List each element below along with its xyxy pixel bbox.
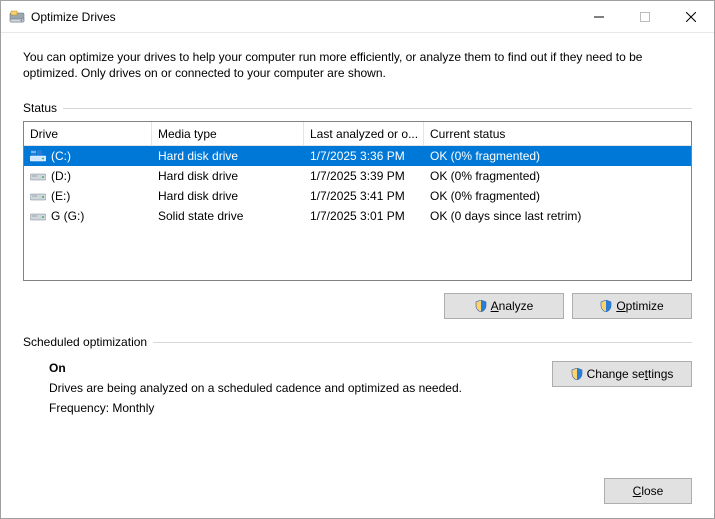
change-settings-label: Change settings xyxy=(587,367,674,381)
drive-last: 1/7/2025 3:36 PM xyxy=(304,149,424,163)
drive-media: Hard disk drive xyxy=(152,149,304,163)
drive-icon xyxy=(30,150,46,162)
table-body: (C:)Hard disk drive1/7/2025 3:36 PMOK (0… xyxy=(24,146,691,226)
col-header-media[interactable]: Media type xyxy=(152,122,304,145)
close-window-button[interactable] xyxy=(668,1,714,32)
drive-status: OK (0% fragmented) xyxy=(424,149,691,163)
drive-status: OK (0% fragmented) xyxy=(424,169,691,183)
minimize-button[interactable] xyxy=(576,1,622,32)
scheduled-on: On xyxy=(49,361,552,375)
optimize-button[interactable]: Optimize xyxy=(572,293,692,319)
drive-name: (E:) xyxy=(51,189,70,203)
drive-name: (D:) xyxy=(51,169,71,183)
window-title: Optimize Drives xyxy=(31,10,576,24)
app-icon xyxy=(9,9,25,25)
shield-icon xyxy=(475,300,487,312)
drive-name: (C:) xyxy=(51,149,71,163)
shield-icon xyxy=(571,368,583,380)
drive-media: Hard disk drive xyxy=(152,189,304,203)
drive-icon xyxy=(30,190,46,202)
table-row[interactable]: (C:) Hard disk drive1/7/2025 3:36 PMOK (0… xyxy=(24,146,691,166)
scheduled-section: Scheduled optimization On Drives are bei… xyxy=(23,335,692,415)
col-header-drive[interactable]: Drive xyxy=(24,122,152,145)
optimize-drives-window: Optimize Drives You can optimize your dr… xyxy=(0,0,715,519)
scheduled-section-label: Scheduled optimization xyxy=(23,335,692,349)
shield-icon xyxy=(600,300,612,312)
drive-icon xyxy=(30,210,46,222)
status-section-label: Status xyxy=(23,101,692,115)
table-row[interactable]: (E:) Hard disk drive1/7/2025 3:41 PMOK (0… xyxy=(24,186,691,206)
analyze-label: Analyze xyxy=(491,299,534,313)
drive-last: 1/7/2025 3:39 PM xyxy=(304,169,424,183)
divider xyxy=(63,108,692,109)
divider xyxy=(153,342,692,343)
col-header-status[interactable]: Current status xyxy=(424,122,691,145)
drive-media: Solid state drive xyxy=(152,209,304,223)
analyze-button[interactable]: Analyze xyxy=(444,293,564,319)
table-row[interactable]: G (G:) Solid state drive1/7/2025 3:01 PMO… xyxy=(24,206,691,226)
table-header[interactable]: Drive Media type Last analyzed or o... C… xyxy=(24,122,691,146)
close-label: Close xyxy=(633,484,664,498)
scheduled-body: On Drives are being analyzed on a schedu… xyxy=(23,355,692,415)
scheduled-freq: Frequency: Monthly xyxy=(49,401,552,415)
action-buttons: Analyze Optimize xyxy=(23,293,692,319)
maximize-button[interactable] xyxy=(622,1,668,32)
table-row[interactable]: (D:) Hard disk drive1/7/2025 3:39 PMOK (0… xyxy=(24,166,691,186)
footer: Close xyxy=(1,467,714,518)
change-settings-button[interactable]: Change settings xyxy=(552,361,692,387)
drive-name: G (G:) xyxy=(51,209,84,223)
intro-text: You can optimize your drives to help you… xyxy=(23,49,692,81)
titlebar: Optimize Drives xyxy=(1,1,714,33)
drive-icon xyxy=(30,170,46,182)
scheduled-text: On Drives are being analyzed on a schedu… xyxy=(49,361,552,415)
drive-media: Hard disk drive xyxy=(152,169,304,183)
content-area: You can optimize your drives to help you… xyxy=(1,33,714,467)
drive-status: OK (0 days since last retrim) xyxy=(424,209,691,223)
status-label-text: Status xyxy=(23,101,57,115)
col-header-last[interactable]: Last analyzed or o... xyxy=(304,122,424,145)
drives-table: Drive Media type Last analyzed or o... C… xyxy=(23,121,692,281)
drive-last: 1/7/2025 3:41 PM xyxy=(304,189,424,203)
drive-last: 1/7/2025 3:01 PM xyxy=(304,209,424,223)
window-controls xyxy=(576,1,714,32)
drive-status: OK (0% fragmented) xyxy=(424,189,691,203)
scheduled-label-text: Scheduled optimization xyxy=(23,335,147,349)
close-button[interactable]: Close xyxy=(604,478,692,504)
optimize-label: Optimize xyxy=(616,299,663,313)
scheduled-desc: Drives are being analyzed on a scheduled… xyxy=(49,381,552,395)
